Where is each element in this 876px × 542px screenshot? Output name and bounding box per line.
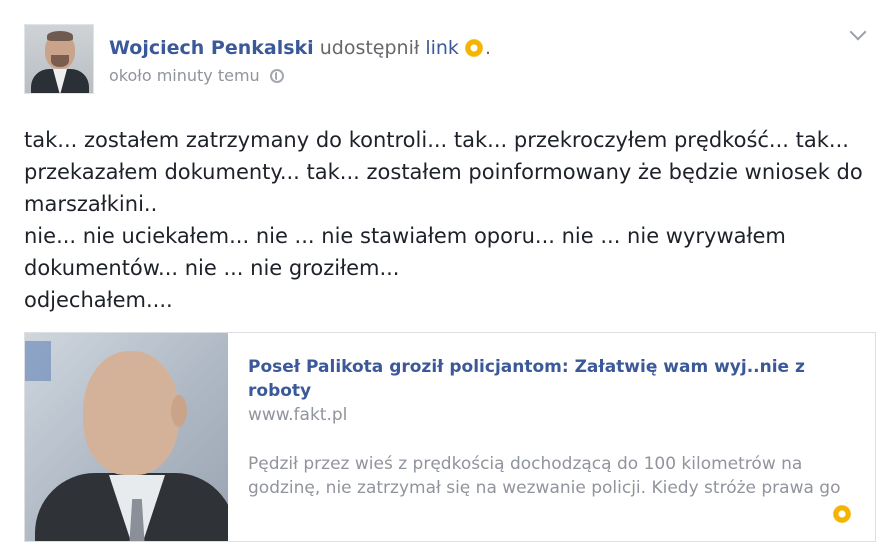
shared-link-title[interactable]: Poseł Palikota groził policjantom: Załat… (248, 355, 848, 403)
avatar-hair (47, 31, 73, 41)
shared-object-link[interactable]: link (425, 37, 459, 59)
post-text-line: nie... nie uciekałem... nie ... nie staw… (24, 224, 786, 248)
post-text-line: dokumentów... nie ... nie groziłem... (24, 256, 400, 280)
post-text-line: odjechałem.... (24, 288, 173, 312)
shared-link-thumbnail[interactable] (25, 333, 228, 541)
author-avatar[interactable] (24, 24, 94, 94)
avatar-beard (51, 55, 69, 67)
shared-link-description: Pędził przez wieś z prędkością dochodząc… (248, 454, 841, 498)
post-text-line: marszałkini.. (24, 192, 158, 216)
action-verb: udostępnił (319, 37, 420, 59)
post-text-line: tak... zostałem zatrzymany do kontroli..… (24, 128, 849, 152)
chevron-down-icon[interactable] (849, 23, 867, 41)
author-name-link[interactable]: Wojciech Penkalski (109, 37, 314, 59)
header-period: . (484, 37, 491, 59)
shared-link-domain: www.fakt.pl (248, 405, 348, 425)
post-body: tak... zostałem zatrzymany do kontroli..… (24, 124, 864, 316)
thumbnail-ear (171, 395, 187, 427)
post-meta: około minuty temu (109, 66, 284, 86)
post-text-line: przekazałem dokumenty... tak... zostałem… (24, 160, 863, 184)
yellow-dot-icon (833, 505, 851, 523)
yellow-dot-icon (464, 39, 483, 57)
globe-icon[interactable] (269, 69, 284, 83)
post-card: Wojciech Penkalski udostępnił link. okoł… (0, 0, 876, 542)
thumbnail-face (83, 351, 179, 475)
thumbnail-background-mark (25, 341, 51, 381)
post-header: Wojciech Penkalski udostępnił link. (109, 36, 491, 60)
timestamp-link[interactable]: około minuty temu (109, 66, 260, 85)
shared-link-card[interactable]: Poseł Palikota groził policjantom: Załat… (24, 332, 876, 542)
